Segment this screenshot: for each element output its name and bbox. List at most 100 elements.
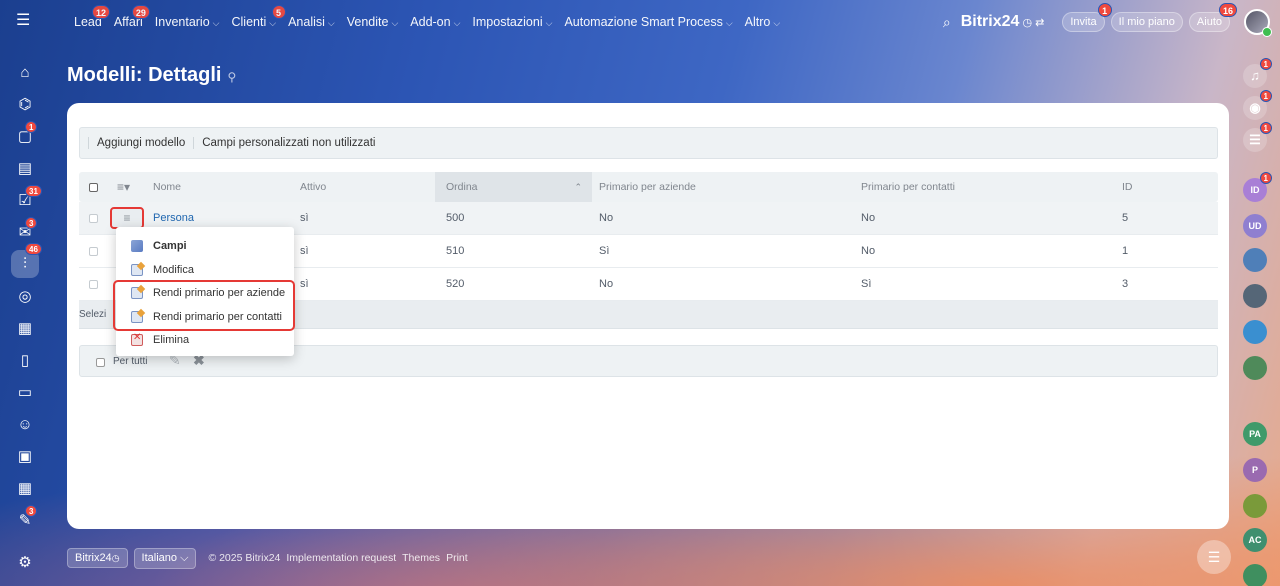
notifications-badge: 1 — [1259, 58, 1272, 70]
invite-button[interactable]: Invita 1 — [1062, 3, 1112, 32]
calendar-icon[interactable]: ▦ — [16, 320, 34, 338]
menu-item-campi[interactable]: Campi — [116, 234, 294, 257]
search-icon[interactable]: ⌕ — [943, 14, 951, 31]
mail-icon[interactable]: ✉ 3 — [16, 217, 38, 242]
nav-analisi[interactable]: Analisi ⌵ — [288, 15, 335, 29]
column-settings-icon[interactable]: ≡▾ — [117, 172, 130, 202]
chevron-down-icon: ⌵ — [269, 18, 277, 28]
menu-item-elimina[interactable]: Elimina — [116, 328, 294, 351]
nav-badge: 12 — [92, 5, 111, 19]
row-primary-companies: No — [599, 212, 614, 224]
implementation-link[interactable]: Implementation request — [286, 552, 396, 564]
nav-clienti[interactable]: Clienti ⌵ 5 — [232, 5, 286, 29]
row-actions-button[interactable]: ≡ — [110, 207, 144, 229]
nav-badge: 29 — [131, 5, 150, 19]
select-all-checkbox[interactable] — [89, 172, 98, 202]
row-order: 510 — [446, 245, 465, 257]
nav-affari[interactable]: Affari 29 — [114, 5, 150, 29]
language-select[interactable]: Italiano ⌵ — [133, 547, 197, 569]
col-name[interactable]: Nome — [153, 172, 181, 202]
row-primary-companies: No — [599, 278, 614, 290]
chevron-down-icon: ⌵ — [545, 18, 553, 28]
footer-brand[interactable]: Bitrix24◷ — [67, 548, 128, 568]
drive-icon[interactable]: ▭ — [16, 384, 34, 402]
nav-impostazioni[interactable]: Impostazioni ⌵ — [472, 15, 552, 29]
bell-icon[interactable]: ♫ 1 — [1243, 58, 1272, 88]
for-all-label: Per tutti — [113, 356, 148, 367]
target-icon[interactable]: ◎ — [16, 288, 34, 306]
crm-icon[interactable]: ⫶ 46 — [11, 243, 42, 278]
chat-avatar[interactable] — [1243, 356, 1267, 380]
col-primary-companies[interactable]: Primario per aziende — [599, 172, 696, 202]
tasks-icon[interactable]: ☑ 31 — [16, 185, 42, 210]
chat-avatar[interactable]: PA — [1243, 422, 1267, 446]
chat-avatar[interactable] — [1243, 494, 1267, 518]
file-icon[interactable]: ▯ — [16, 352, 34, 370]
chat-avatar[interactable] — [1243, 320, 1267, 344]
row-checkbox[interactable] — [89, 202, 98, 234]
my-plan-button[interactable]: Il mio piano — [1110, 12, 1183, 32]
avatar-initials: P — [1251, 465, 1258, 475]
nav-add-on[interactable]: Add-on ⌵ — [410, 15, 460, 29]
col-id[interactable]: ID — [1122, 172, 1133, 202]
nav-altro[interactable]: Altro ⌵ — [745, 15, 781, 29]
nav-label: Add-on — [410, 15, 451, 29]
unused-fields-button[interactable]: Campi personalizzati non utilizzati — [193, 137, 383, 149]
feed-icon[interactable]: ⌬ — [16, 96, 34, 114]
documents-icon[interactable]: ▤ — [16, 160, 34, 178]
chat-bubble-icon[interactable]: ☰ 1 — [1243, 122, 1272, 152]
chat-icon[interactable]: ▢ 1 — [16, 121, 38, 146]
themes-link[interactable]: Themes — [402, 552, 440, 564]
checkbox[interactable] — [89, 279, 98, 289]
nav-automazione[interactable]: Automazione Smart Process ⌵ — [564, 15, 732, 29]
top-bar: ☰ Lead 12 Affari 29 Inventario ⌵ Clienti ⌵ 5 … — [0, 0, 1280, 44]
nav-vendite[interactable]: Vendite ⌵ — [347, 15, 399, 29]
col-order[interactable]: Ordina ⌃ — [435, 172, 592, 202]
checkbox[interactable] — [89, 213, 98, 223]
chat-avatar[interactable] — [1243, 248, 1267, 272]
contacts-icon[interactable]: ☺ — [16, 416, 34, 434]
list-menu-icon[interactable]: ☰ — [1197, 540, 1231, 574]
copilot-badge: 1 — [1259, 90, 1272, 102]
tasks-badge: 31 — [25, 185, 42, 197]
help-badge: 16 — [1218, 3, 1237, 17]
nav-label: Automazione Smart Process — [564, 15, 723, 29]
chat-avatar[interactable]: UD — [1243, 214, 1267, 238]
settings-icon[interactable]: ⚙ — [16, 554, 34, 572]
add-model-button[interactable]: Aggiungi modello — [88, 137, 193, 149]
chat-avatar[interactable] — [1243, 564, 1267, 586]
chat-avatar[interactable]: ID 1 — [1243, 172, 1272, 202]
nav-inventario[interactable]: Inventario ⌵ — [155, 15, 220, 29]
language-label: Italiano — [141, 551, 178, 564]
nav-label: Impostazioni — [472, 15, 543, 29]
edit-icon — [131, 263, 143, 276]
avatar-initials: ID — [1250, 185, 1260, 195]
nav-lead[interactable]: Lead 12 — [74, 5, 111, 29]
menu-item-modifica[interactable]: Modifica — [116, 258, 294, 281]
chat-avatar[interactable]: P — [1243, 458, 1267, 482]
row-checkbox[interactable] — [89, 235, 98, 267]
mail-badge: 3 — [25, 217, 38, 229]
brand-logo[interactable]: Bitrix24 ◷ ⇄ — [961, 13, 1045, 31]
chat-avatar[interactable]: AC — [1243, 528, 1267, 552]
for-all-checkbox[interactable] — [96, 358, 105, 367]
schedule-icon[interactable]: ▦ — [16, 480, 34, 498]
nav-label: Vendite — [346, 15, 389, 29]
board-icon[interactable]: ▣ — [16, 448, 34, 466]
chat-avatar[interactable] — [1243, 284, 1267, 308]
home-icon[interactable]: ⌂ — [16, 64, 34, 82]
row-checkbox[interactable] — [89, 268, 98, 300]
print-link[interactable]: Print — [446, 552, 468, 564]
edit-doc-icon[interactable]: ✎ 3 — [16, 505, 38, 530]
col-primary-contacts[interactable]: Primario per contatti — [861, 172, 955, 202]
help-button[interactable]: Aiuto 16 — [1188, 3, 1237, 32]
menu-icon[interactable]: ☰ — [16, 13, 32, 29]
avatar-badge: 1 — [1259, 172, 1272, 184]
user-avatar[interactable] — [1244, 9, 1272, 37]
invite-label: Invita — [1070, 16, 1097, 28]
pin-icon[interactable]: ⚲ — [227, 70, 236, 84]
checkbox[interactable] — [89, 182, 98, 192]
copilot-icon[interactable]: ◉ 1 — [1243, 90, 1272, 120]
checkbox[interactable] — [89, 246, 98, 256]
col-active[interactable]: Attivo — [300, 172, 326, 202]
